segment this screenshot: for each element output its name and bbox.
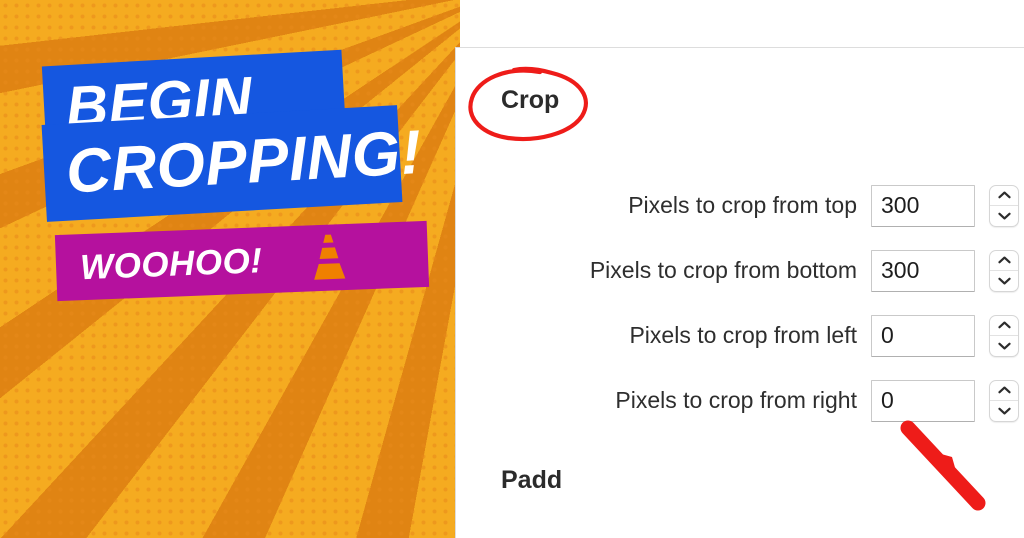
chevron-up-icon (997, 191, 1011, 199)
stepper-up-crop-bottom[interactable] (990, 251, 1018, 271)
stepper-up-crop-top[interactable] (990, 186, 1018, 206)
chevron-down-icon (997, 407, 1011, 415)
stepper-down-crop-top[interactable] (990, 205, 1018, 226)
screenshot-stage: BEGIN CROPPING! WOOHOO! Crop Pixels to c… (0, 0, 1024, 538)
banner-cropping-text: CROPPING! (64, 117, 424, 207)
chevron-up-icon (997, 386, 1011, 394)
label-crop-bottom: Pixels to crop from bottom (589, 257, 857, 283)
chevron-down-icon (997, 212, 1011, 220)
stepper-crop-top[interactable] (989, 184, 1019, 227)
field-row-crop-left: Pixels to crop from left (456, 303, 1024, 368)
banner-woohoo-text: WOOHOO! (79, 240, 264, 287)
vlc-cone-icon (314, 234, 346, 280)
settings-panel: Crop Pixels to crop from top 300 Pixels … (455, 47, 1024, 538)
field-row-crop-bottom: Pixels to crop from bottom (456, 238, 1024, 303)
field-row-crop-right: Pixels to crop from right (456, 368, 1024, 433)
banner-cropping: CROPPING! (41, 105, 423, 222)
stepper-down-crop-right[interactable] (990, 400, 1018, 421)
stepper-crop-bottom[interactable] (989, 249, 1019, 292)
promo-artwork: BEGIN CROPPING! WOOHOO! (0, 0, 460, 538)
stepper-up-crop-left[interactable] (990, 316, 1018, 336)
stepper-down-crop-left[interactable] (990, 335, 1018, 356)
stepper-crop-right[interactable] (989, 379, 1019, 422)
input-crop-left[interactable] (871, 314, 975, 357)
stepper-up-crop-right[interactable] (990, 381, 1018, 401)
chevron-down-icon (997, 342, 1011, 350)
input-crop-right[interactable] (871, 379, 975, 422)
input-crop-bottom[interactable] (871, 249, 975, 292)
chevron-down-icon (997, 277, 1011, 285)
padding-section-heading: Padd (501, 466, 563, 494)
label-crop-top: Pixels to crop from top (628, 192, 857, 218)
crop-fields-group: Pixels to crop from top 300 Pixels to cr… (456, 173, 1024, 433)
stepper-crop-left[interactable] (989, 314, 1019, 357)
chevron-up-icon (997, 321, 1011, 329)
chevron-up-icon (997, 256, 1011, 264)
input-crop-top[interactable] (871, 184, 975, 227)
label-crop-right: Pixels to crop from right (615, 387, 857, 413)
field-row-crop-top: Pixels to crop from top (456, 173, 1024, 238)
label-crop-left: Pixels to crop from left (629, 322, 857, 348)
stepper-down-crop-bottom[interactable] (990, 270, 1018, 291)
crop-section-heading: Crop (501, 86, 560, 114)
